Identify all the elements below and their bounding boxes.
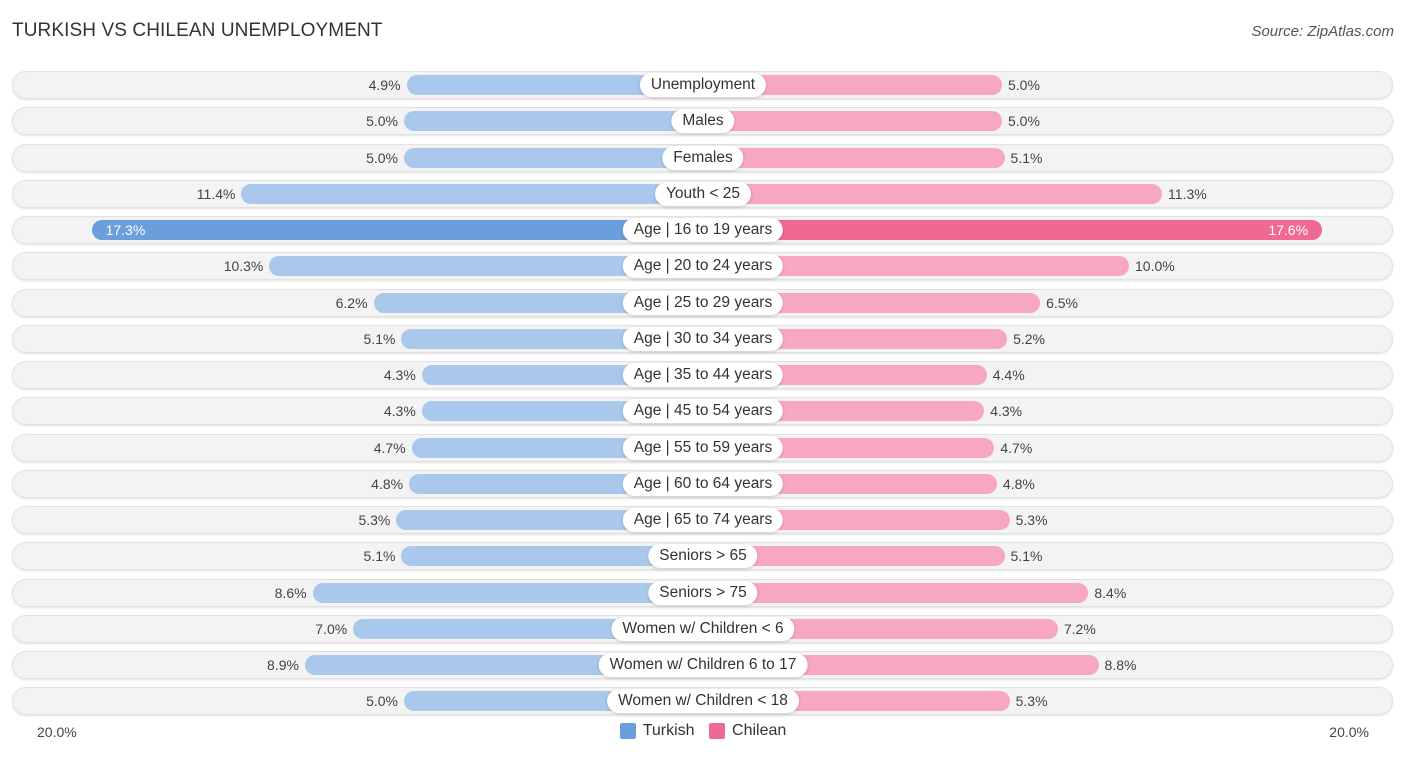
value-label-turkish: 5.3% bbox=[358, 512, 391, 528]
category-label: Age | 20 to 24 years bbox=[622, 254, 784, 279]
category-label: Age | 60 to 64 years bbox=[622, 471, 784, 496]
value-label-turkish: 6.2% bbox=[335, 294, 368, 311]
value-label-chilean: 11.3% bbox=[1168, 185, 1207, 202]
bar-turkish[interactable] bbox=[91, 220, 703, 240]
value-label-chilean: 5.1% bbox=[1010, 149, 1043, 166]
category-label: Age | 25 to 29 years bbox=[622, 290, 784, 315]
value-label-turkish: 5.0% bbox=[366, 113, 398, 130]
legend: Turkish Chilean bbox=[0, 722, 1406, 744]
legend-item-chilean[interactable]: Chilean bbox=[709, 722, 786, 740]
category-label: Females bbox=[662, 145, 744, 170]
value-label-chilean: 8.4% bbox=[1094, 584, 1127, 601]
legend-swatch-chilean bbox=[709, 723, 726, 739]
value-label-chilean: 5.0% bbox=[1008, 77, 1040, 93]
value-label-turkish: 4.3% bbox=[383, 403, 416, 420]
bar-chilean[interactable] bbox=[703, 111, 1002, 132]
legend-item-turkish[interactable]: Turkish bbox=[619, 722, 695, 740]
category-label: Seniors > 65 bbox=[648, 544, 758, 569]
category-label: Youth < 25 bbox=[655, 181, 751, 206]
bar-turkish[interactable] bbox=[241, 183, 703, 204]
bar-chilean[interactable] bbox=[703, 220, 1323, 240]
value-label-turkish: 7.0% bbox=[315, 620, 348, 637]
bar-chilean[interactable] bbox=[703, 147, 1005, 168]
value-label-chilean: 5.3% bbox=[1015, 512, 1048, 528]
category-label: Age | 65 to 74 years bbox=[622, 508, 784, 532]
value-label-chilean: 4.4% bbox=[992, 367, 1025, 383]
legend-label-chilean: Chilean bbox=[732, 722, 787, 739]
chart-area: 4.9% 5.0% Unemployment 5.0% 5.0% Males 5.0% 5.1… bbox=[0, 0, 1406, 757]
value-label-turkish: 8.6% bbox=[274, 584, 307, 601]
bar-turkish[interactable] bbox=[404, 111, 703, 132]
value-label-chilean: 5.3% bbox=[1015, 693, 1048, 710]
value-label-turkish: 5.1% bbox=[363, 330, 396, 347]
value-label-chilean: 17.6% bbox=[1268, 222, 1309, 238]
category-label: Women w/ Children 6 to 17 bbox=[598, 653, 808, 677]
value-label-chilean: 4.3% bbox=[990, 403, 1023, 420]
bar-turkish[interactable] bbox=[312, 582, 703, 603]
value-label-chilean: 6.5% bbox=[1046, 294, 1079, 311]
value-label-turkish: 4.8% bbox=[371, 475, 404, 492]
value-label-turkish: 5.1% bbox=[363, 548, 396, 565]
value-label-chilean: 4.8% bbox=[1002, 475, 1035, 492]
value-label-turkish: 8.9% bbox=[267, 657, 299, 673]
bar-turkish[interactable] bbox=[404, 147, 703, 168]
value-label-turkish: 5.0% bbox=[366, 693, 398, 710]
value-label-chilean: 7.2% bbox=[1063, 620, 1096, 637]
value-label-turkish: 4.7% bbox=[373, 439, 406, 456]
bar-chilean[interactable] bbox=[703, 582, 1089, 603]
category-label: Age | 16 to 19 years bbox=[622, 218, 784, 242]
category-label: Age | 35 to 44 years bbox=[622, 363, 784, 387]
value-label-turkish: 17.3% bbox=[105, 222, 146, 238]
category-label: Unemployment bbox=[639, 73, 767, 97]
value-label-turkish: 4.3% bbox=[383, 367, 416, 383]
value-label-turkish: 5.0% bbox=[366, 149, 398, 166]
bar-chilean[interactable] bbox=[703, 183, 1163, 204]
category-label: Women w/ Children < 18 bbox=[607, 689, 799, 714]
value-label-chilean: 10.0% bbox=[1135, 258, 1175, 275]
legend-swatch-turkish bbox=[619, 723, 636, 739]
category-label: Seniors > 75 bbox=[648, 580, 758, 605]
category-label: Women w/ Children < 6 bbox=[611, 616, 795, 641]
category-label: Age | 55 to 59 years bbox=[622, 435, 784, 460]
legend-label-turkish: Turkish bbox=[642, 722, 695, 739]
value-label-chilean: 5.0% bbox=[1008, 113, 1040, 130]
value-label-chilean: 4.7% bbox=[1000, 439, 1033, 456]
value-label-turkish: 11.4% bbox=[196, 185, 236, 202]
category-label: Age | 30 to 34 years bbox=[622, 326, 784, 351]
value-label-chilean: 8.8% bbox=[1104, 657, 1137, 673]
category-label: Age | 45 to 54 years bbox=[622, 399, 784, 424]
value-label-turkish: 10.3% bbox=[223, 258, 264, 275]
category-label: Males bbox=[671, 109, 735, 134]
value-label-turkish: 4.9% bbox=[368, 77, 401, 93]
value-label-chilean: 5.1% bbox=[1010, 548, 1043, 565]
value-label-chilean: 5.2% bbox=[1013, 330, 1045, 347]
